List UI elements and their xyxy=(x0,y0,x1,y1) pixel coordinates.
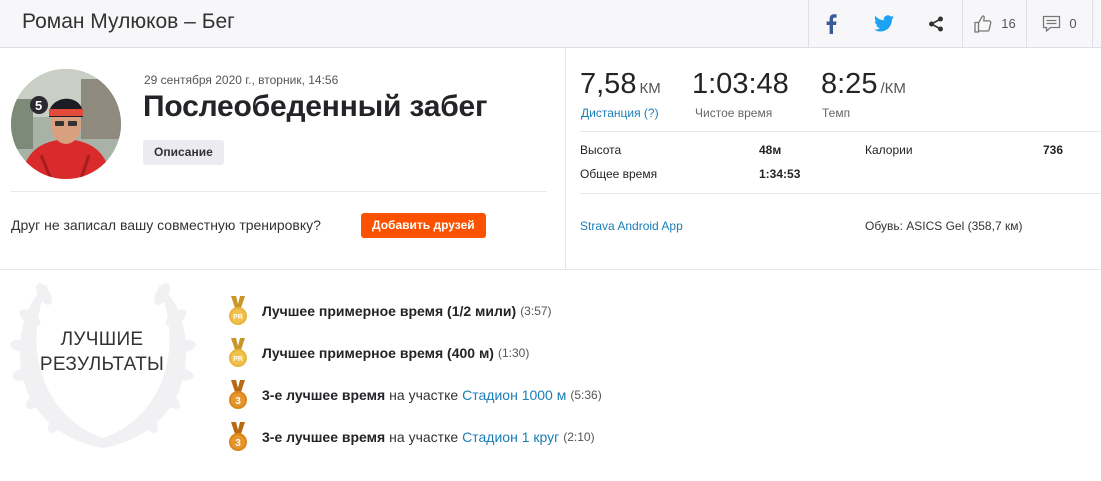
achievement-title: Лучшее примерное время (400 м) xyxy=(262,345,494,361)
description-button[interactable]: Описание xyxy=(143,140,224,165)
achievement-time: (1:30) xyxy=(497,346,530,360)
achievement-item: PR Лучшее примерное время (1/2 мили) (3:… xyxy=(228,296,552,326)
achievement-time: (2:10) xyxy=(563,430,595,444)
kudos-count: 16 xyxy=(1001,16,1016,31)
stat-moving-time: 1:03:48 Чистое время xyxy=(692,68,789,120)
activity-header: Роман Мулюков – Бег 16 0 xyxy=(0,0,1101,48)
svg-text:5: 5 xyxy=(35,98,42,113)
divider xyxy=(580,131,1101,132)
pr-medal-icon: PR xyxy=(229,338,247,367)
best-results-line2: РЕЗУЛЬТАТЫ xyxy=(39,354,165,375)
divider xyxy=(11,191,547,192)
pr-medal-icon: PR xyxy=(229,296,247,325)
bronze-medal-icon: 3 xyxy=(229,422,247,451)
friends-question: Друг не записал вашу совместную трениров… xyxy=(11,217,321,233)
achievement-title: 3-е лучшее время xyxy=(262,387,386,403)
achievement-time: (5:36) xyxy=(570,388,602,402)
pace-label: Темп xyxy=(822,106,851,120)
share-button[interactable] xyxy=(910,0,962,47)
comments-count: 0 xyxy=(1069,16,1077,31)
stat-distance: 7,58 КМ Дистанция (?) xyxy=(580,68,661,120)
achievement-time: (3:57) xyxy=(520,304,552,318)
best-results-heading: ЛУЧШИЕ РЕЗУЛЬТАТЫ xyxy=(22,327,182,377)
achievement-title: Лучшее примерное время (1/2 мили) xyxy=(262,303,517,319)
add-friends-button[interactable]: Добавить друзей xyxy=(361,213,486,238)
shoes-info: Обувь: ASICS Gel (358,7 км) xyxy=(865,219,1023,233)
achievement-text: на участке xyxy=(389,429,459,445)
twitter-icon xyxy=(874,15,894,32)
elevation-label: Высота xyxy=(580,143,622,157)
activity-date: 29 сентября 2020 г., вторник, 14:56 xyxy=(144,73,339,87)
achievement-item: 3 3-е лучшее время на участке Стадион 10… xyxy=(228,380,602,410)
elapsed-time-value: 1:34:53 xyxy=(759,167,801,181)
facebook-icon xyxy=(826,13,837,34)
comments-button[interactable]: 0 xyxy=(1026,0,1092,47)
calories-value: 736 xyxy=(1043,143,1064,157)
kudos-button[interactable]: 16 xyxy=(962,0,1026,47)
svg-text:PR: PR xyxy=(233,356,243,363)
segment-link[interactable]: Стадион 1000 м xyxy=(462,387,566,403)
section-divider xyxy=(0,269,1101,270)
twitter-share-button[interactable] xyxy=(860,0,908,47)
facebook-share-button[interactable] xyxy=(808,0,852,47)
elevation-value: 48м xyxy=(759,143,782,157)
distance-label-link[interactable]: Дистанция (?) xyxy=(581,106,659,120)
achievement-item: 3 3-е лучшее время на участке Стадион 1 … xyxy=(228,422,595,452)
distance-value: 7,58 xyxy=(580,68,637,100)
page-title: Роман Мулюков – Бег xyxy=(22,10,235,33)
comment-icon xyxy=(1043,15,1061,32)
distance-unit: КМ xyxy=(639,80,661,97)
thumbs-up-icon xyxy=(974,14,992,33)
header-edge xyxy=(1092,0,1101,47)
pace-unit: /КМ xyxy=(880,80,906,97)
activity-title: Послеобеденный забег xyxy=(143,90,488,123)
vertical-divider xyxy=(565,48,566,269)
svg-text:PR: PR xyxy=(233,314,243,321)
svg-text:3: 3 xyxy=(235,396,241,407)
calories-label: Калории xyxy=(865,143,913,157)
segment-link[interactable]: Стадион 1 круг xyxy=(462,429,559,445)
best-results-line1: ЛУЧШИЕ xyxy=(60,329,144,350)
bronze-medal-icon: 3 xyxy=(229,380,247,409)
share-icon xyxy=(929,16,943,31)
moving-time-value: 1:03:48 xyxy=(692,68,789,100)
achievement-item: PR Лучшее примерное время (400 м) (1:30) xyxy=(228,338,529,368)
elapsed-time-label: Общее время xyxy=(580,167,658,181)
device-link[interactable]: Strava Android App xyxy=(580,219,683,233)
svg-text:3: 3 xyxy=(235,438,241,449)
athlete-avatar[interactable]: 5 xyxy=(11,69,121,179)
pace-value: 8:25 xyxy=(821,68,878,100)
divider xyxy=(580,193,1101,194)
achievement-title: 3-е лучшее время xyxy=(262,429,386,445)
stat-pace: 8:25/КМ Темп xyxy=(821,68,906,120)
moving-time-label: Чистое время xyxy=(695,106,773,120)
achievement-text: на участке xyxy=(389,387,459,403)
